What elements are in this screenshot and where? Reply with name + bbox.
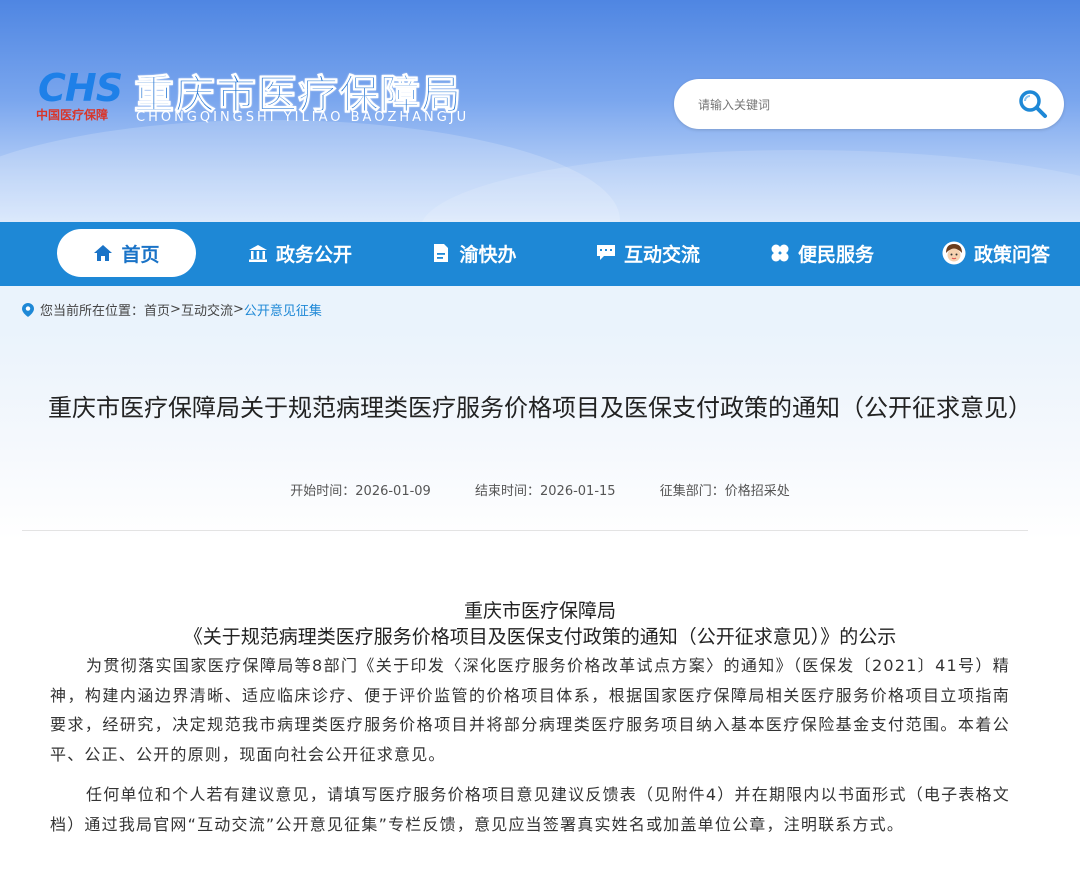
start-time-label: 开始时间： bbox=[290, 484, 356, 499]
breadcrumb-separator: > bbox=[232, 302, 244, 317]
breadcrumb-current[interactable]: 公开意见征集 bbox=[244, 300, 322, 319]
nav-label: 渝快办 bbox=[459, 243, 517, 266]
main-nav: 首页 政务公开 渝快办 互动交流 便民服务 政策问答 bbox=[0, 222, 1080, 286]
breadcrumb-home-link[interactable]: 首页 bbox=[144, 300, 170, 319]
search-icon[interactable] bbox=[1016, 88, 1050, 120]
nav-label: 政务公开 bbox=[275, 243, 352, 266]
document-icon bbox=[434, 244, 449, 262]
home-icon bbox=[94, 245, 113, 261]
article-meta: 开始时间：2026-01-09 结束时间：2026-01-15 征集部门：价格招… bbox=[0, 480, 1080, 499]
nav-label: 政策问答 bbox=[973, 243, 1050, 266]
clover-icon bbox=[771, 244, 789, 262]
end-time-value: 2026-01-15 bbox=[540, 484, 616, 499]
department-label: 征集部门： bbox=[659, 484, 725, 499]
location-pin-icon bbox=[22, 302, 34, 317]
page-title: 重庆市医疗保障局关于规范病理类医疗服务价格项目及医保支付政策的通知（公开征求意见… bbox=[48, 394, 1032, 422]
start-time: 开始时间：2026-01-09 bbox=[290, 484, 431, 499]
end-time-label: 结束时间： bbox=[474, 484, 540, 499]
article-header: 重庆市医疗保障局关于规范病理类医疗服务价格项目及医保支付政策的通知（公开征求意见… bbox=[0, 330, 1080, 540]
search-box bbox=[674, 79, 1064, 129]
chs-logo-mark: CHS 中国医疗保障 bbox=[34, 66, 126, 122]
body-paragraph: 为贯彻落实国家医疗保障局等8部门《关于印发〈深化医疗服务价格改革试点方案〉的通知… bbox=[50, 656, 1010, 764]
search-input[interactable] bbox=[696, 92, 1000, 118]
nav-item-yukuaiban[interactable]: 渝快办 bbox=[424, 229, 524, 277]
building-icon bbox=[248, 245, 267, 262]
nav-item-home[interactable]: 首页 bbox=[57, 229, 196, 277]
body-paragraph: 任何单位和个人若有建议意见，请填写医疗服务价格项目意见建议反馈表（见附件4）并在… bbox=[50, 785, 1010, 834]
nav-label: 首页 bbox=[121, 243, 160, 266]
department: 征集部门：价格招采处 bbox=[660, 484, 790, 499]
document-issuer: 重庆市医疗保障局 bbox=[463, 600, 616, 622]
breadcrumb: 您当前所在位置： 首页 > 互动交流 > 公开意见征集 bbox=[22, 300, 322, 319]
divider bbox=[22, 530, 1028, 531]
site-pinyin: CHONGQINGSHI YILIAO BAOZHANGJU bbox=[136, 110, 470, 125]
logo-sub-text: 中国医疗保障 bbox=[36, 108, 109, 122]
breadcrumb-prefix: 您当前所在位置： bbox=[40, 304, 145, 319]
nav-item-services[interactable]: 便民服务 bbox=[762, 229, 882, 277]
breadcrumb-section-link[interactable]: 互动交流 bbox=[181, 300, 233, 319]
nav-label: 便民服务 bbox=[797, 243, 874, 266]
logo-mark-text: CHS bbox=[38, 66, 123, 110]
document-heading: 《关于规范病理类医疗服务价格项目及医保支付政策的通知（公开征求意见）》的公示 bbox=[183, 626, 897, 648]
breadcrumb-bar: 您当前所在位置： 首页 > 互动交流 > 公开意见征集 bbox=[0, 286, 1080, 330]
site-logo[interactable]: CHS 中国医疗保障 重庆市医疗保障局 CHONGQINGSHI YILIAO … bbox=[34, 62, 494, 132]
end-time: 结束时间：2026-01-15 bbox=[475, 484, 616, 499]
nav-item-policy-qa[interactable]: 政策问答 bbox=[936, 229, 1056, 277]
site-header: CHS 中国医疗保障 重庆市医疗保障局 CHONGQINGSHI YILIAO … bbox=[0, 0, 1080, 222]
nav-item-interaction[interactable]: 互动交流 bbox=[588, 229, 708, 277]
nav-item-government-affairs[interactable]: 政务公开 bbox=[240, 229, 360, 277]
nav-label: 互动交流 bbox=[623, 243, 700, 266]
breadcrumb-separator: > bbox=[170, 302, 181, 317]
avatar-icon bbox=[942, 241, 966, 265]
department-value: 价格招采处 bbox=[724, 484, 790, 499]
start-time-value: 2026-01-09 bbox=[355, 484, 431, 499]
chat-icon bbox=[596, 245, 615, 260]
